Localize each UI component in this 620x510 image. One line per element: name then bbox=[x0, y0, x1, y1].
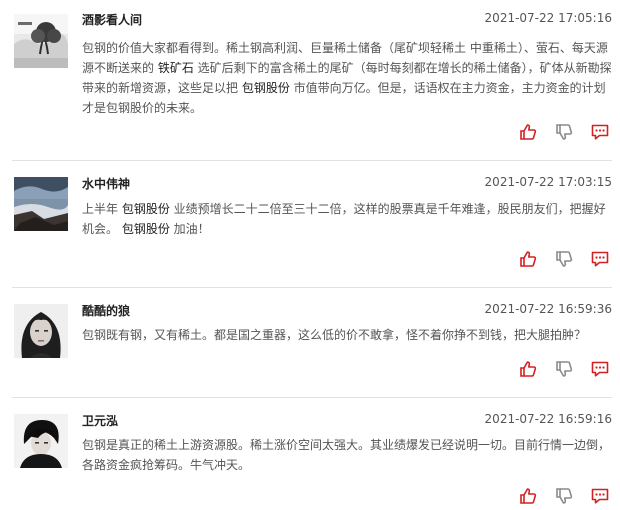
divider bbox=[12, 287, 612, 288]
comment-actions bbox=[518, 359, 612, 379]
thumbs-up-icon bbox=[518, 122, 538, 142]
reply-button[interactable] bbox=[590, 486, 610, 506]
woman-portrait-avatar-image bbox=[14, 304, 68, 358]
avatar[interactable] bbox=[14, 177, 68, 231]
dislike-button[interactable] bbox=[554, 122, 574, 142]
stock-link[interactable]: 铁矿石 bbox=[158, 61, 194, 75]
thumbs-down-icon bbox=[554, 359, 574, 379]
username[interactable]: 卫元泓 bbox=[82, 412, 118, 429]
comment-icon bbox=[590, 249, 610, 269]
reply-button[interactable] bbox=[590, 359, 610, 379]
comment-text: 加油！ bbox=[169, 222, 210, 236]
comment-icon bbox=[590, 122, 610, 142]
comment-body: 包钢既有钢，又有稀土。都是国之重器，这么低的价不敢拿，怪不着你挣不到钱，把大腿拍… bbox=[82, 325, 612, 345]
dislike-button[interactable] bbox=[554, 359, 574, 379]
seascape-avatar-image bbox=[14, 177, 68, 231]
ink-landscape-avatar-image bbox=[14, 14, 68, 68]
thumbs-down-icon bbox=[554, 249, 574, 269]
thumbs-up-icon bbox=[518, 359, 538, 379]
dislike-button[interactable] bbox=[554, 249, 574, 269]
reply-button[interactable] bbox=[590, 249, 610, 269]
comment-actions bbox=[518, 249, 612, 269]
like-button[interactable] bbox=[518, 122, 538, 142]
comment-body: 包钢是真正的稀土上游资源股。稀土涨价空间太强大。其业绩爆发已经说明一切。目前行情… bbox=[82, 435, 612, 475]
comment-body: 上半年 包钢股份 业绩预增长二十二倍至三十二倍，这样的股票真是千年难逢，股民朋友… bbox=[82, 199, 612, 239]
comment-text: 上半年 bbox=[82, 202, 122, 216]
like-button[interactable] bbox=[518, 249, 538, 269]
dislike-button[interactable] bbox=[554, 486, 574, 506]
timestamp: 2021-07-22 16:59:36 bbox=[484, 302, 612, 316]
avatar[interactable] bbox=[14, 304, 68, 358]
divider bbox=[12, 397, 612, 398]
comment-body: 包钢的价值大家都看得到。稀土钢高利润、巨量稀土储备（尾矿坝轻稀土 中重稀土）、萤… bbox=[82, 38, 612, 118]
comment-icon bbox=[590, 486, 610, 506]
timestamp: 2021-07-22 16:59:16 bbox=[484, 412, 612, 426]
avatar[interactable] bbox=[14, 14, 68, 68]
like-button[interactable] bbox=[518, 359, 538, 379]
stock-link[interactable]: 包钢股份 bbox=[122, 222, 170, 236]
divider bbox=[12, 160, 612, 161]
thumbs-up-icon bbox=[518, 486, 538, 506]
thumbs-down-icon bbox=[554, 122, 574, 142]
username[interactable]: 水中伟神 bbox=[82, 175, 130, 192]
stock-link[interactable]: 包钢股份 bbox=[242, 81, 290, 95]
reply-button[interactable] bbox=[590, 122, 610, 142]
username[interactable]: 酒影看人间 bbox=[82, 11, 142, 28]
username[interactable]: 酷酷的狼 bbox=[82, 302, 130, 319]
comment-actions bbox=[518, 486, 612, 506]
comment-text: 包钢是真正的稀土上游资源股。稀土涨价空间太强大。其业绩爆发已经说明一切。目前行情… bbox=[82, 438, 611, 472]
timestamp: 2021-07-22 17:03:15 bbox=[484, 175, 612, 189]
thumbs-up-icon bbox=[518, 249, 538, 269]
avatar[interactable] bbox=[14, 414, 68, 468]
comment-text: 包钢既有钢，又有稀土。都是国之重器，这么低的价不敢拿，怪不着你挣不到钱，把大腿拍… bbox=[82, 328, 587, 342]
like-button[interactable] bbox=[518, 486, 538, 506]
comment-icon bbox=[590, 359, 610, 379]
stock-link[interactable]: 包钢股份 bbox=[122, 202, 170, 216]
man-portrait-avatar-image bbox=[14, 414, 68, 468]
timestamp: 2021-07-22 17:05:16 bbox=[484, 11, 612, 25]
thumbs-down-icon bbox=[554, 486, 574, 506]
comment-actions bbox=[518, 122, 612, 142]
